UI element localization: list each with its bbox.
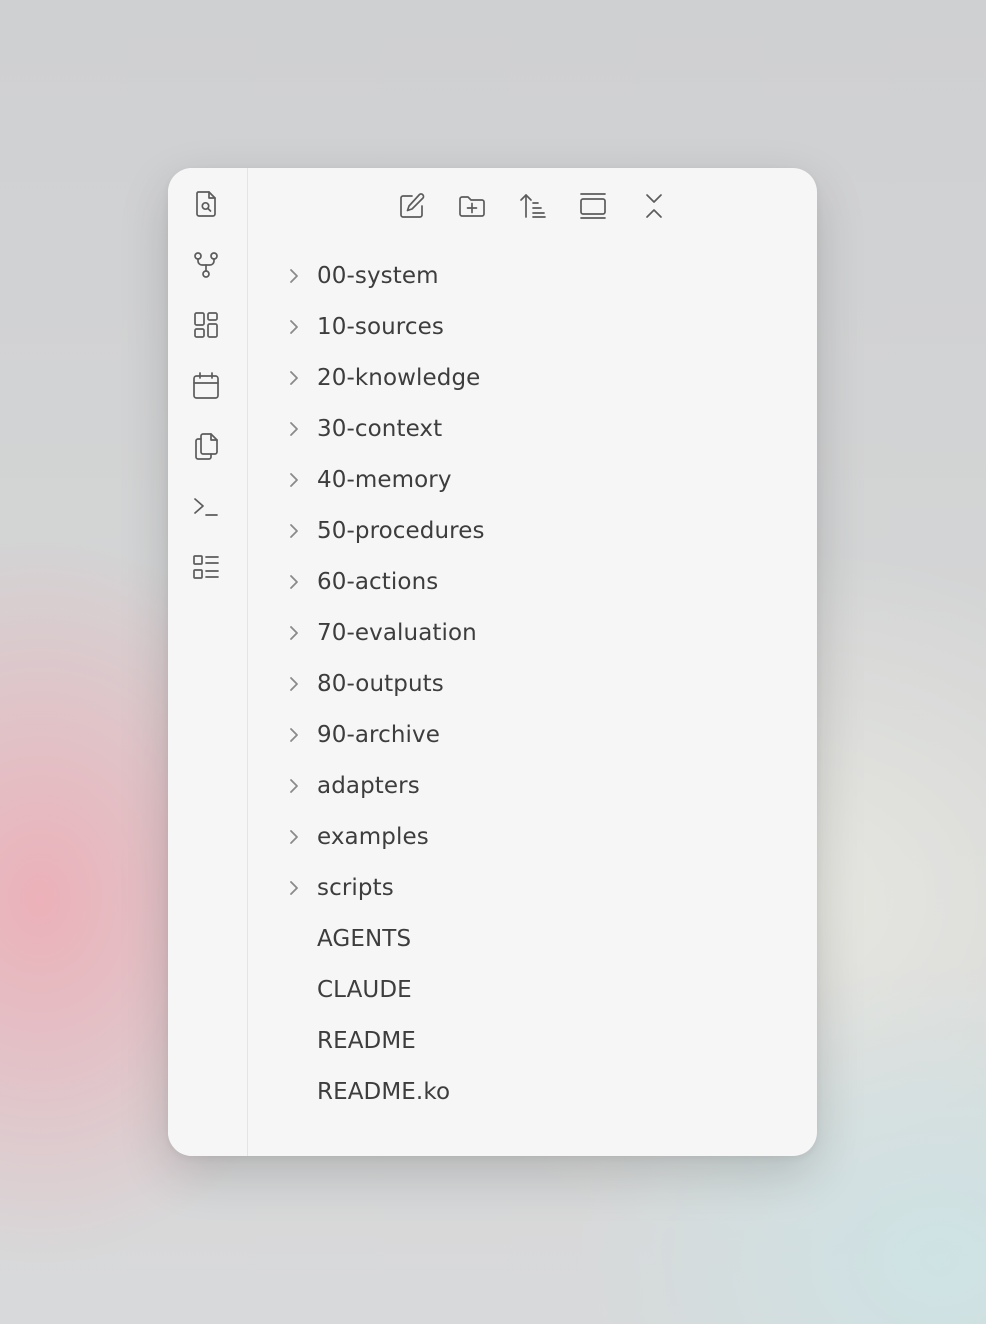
new-note-button[interactable] bbox=[392, 186, 432, 226]
file-explorer-window: 00-system 10-sources 20-knowledge 30-con… bbox=[168, 168, 817, 1156]
chevron-right-icon bbox=[284, 572, 304, 592]
folder-item[interactable]: 40-memory bbox=[248, 454, 817, 505]
folder-item[interactable]: examples bbox=[248, 811, 817, 862]
canvas-icon bbox=[194, 312, 218, 338]
chevron-right-icon bbox=[284, 674, 304, 694]
folder-item[interactable]: 00-system bbox=[248, 250, 817, 301]
new-note-icon bbox=[400, 193, 425, 218]
copy-files-icon bbox=[195, 433, 218, 460]
chevron-right-icon bbox=[284, 521, 304, 541]
file-label: AGENTS bbox=[317, 925, 412, 952]
left-ribbon bbox=[168, 168, 248, 1156]
folder-label: 20-knowledge bbox=[317, 364, 481, 391]
auto-reveal-button[interactable] bbox=[573, 186, 613, 226]
folder-item[interactable]: adapters bbox=[248, 760, 817, 811]
folder-item[interactable]: 10-sources bbox=[248, 301, 817, 352]
checklist-button[interactable] bbox=[188, 549, 224, 585]
folder-item[interactable]: 20-knowledge bbox=[248, 352, 817, 403]
chevron-right-icon bbox=[284, 827, 304, 847]
folder-item[interactable]: 60-actions bbox=[248, 556, 817, 607]
folder-label: examples bbox=[317, 823, 429, 850]
folder-label: 70-evaluation bbox=[317, 619, 477, 646]
folder-label: scripts bbox=[317, 874, 394, 901]
folder-label: 10-sources bbox=[317, 313, 444, 340]
chevron-right-icon bbox=[284, 470, 304, 490]
graph-view-button[interactable] bbox=[188, 247, 224, 283]
folder-item[interactable]: 90-archive bbox=[248, 709, 817, 760]
new-folder-icon bbox=[459, 196, 485, 217]
file-label: CLAUDE bbox=[317, 976, 412, 1003]
terminal-icon bbox=[194, 498, 218, 516]
checklist-icon bbox=[193, 555, 219, 579]
folder-label: 40-memory bbox=[317, 466, 452, 493]
chevron-right-icon bbox=[284, 368, 304, 388]
graph-view-icon bbox=[194, 252, 218, 278]
chevron-right-icon bbox=[284, 266, 304, 286]
folder-item[interactable]: scripts bbox=[248, 862, 817, 913]
chevron-right-icon bbox=[284, 317, 304, 337]
file-item[interactable]: CLAUDE bbox=[248, 964, 817, 1015]
folder-label: 50-procedures bbox=[317, 517, 485, 544]
folder-item[interactable]: 80-outputs bbox=[248, 658, 817, 709]
folder-label: 60-actions bbox=[317, 568, 439, 595]
collapse-all-icon bbox=[646, 194, 662, 218]
folder-item[interactable]: 50-procedures bbox=[248, 505, 817, 556]
folder-label: 00-system bbox=[317, 262, 439, 289]
auto-reveal-icon bbox=[580, 193, 606, 219]
search-file-icon bbox=[196, 191, 216, 217]
canvas-button[interactable] bbox=[188, 307, 224, 343]
sort-icon bbox=[520, 194, 546, 218]
search-file-button[interactable] bbox=[188, 186, 224, 222]
folder-item[interactable]: 30-context bbox=[248, 403, 817, 454]
chevron-right-icon bbox=[284, 623, 304, 643]
calendar-button[interactable] bbox=[188, 368, 224, 404]
file-label: README.ko bbox=[317, 1078, 451, 1105]
sort-button[interactable] bbox=[513, 186, 553, 226]
file-label: README bbox=[317, 1027, 416, 1054]
folder-label: 90-archive bbox=[317, 721, 440, 748]
new-folder-button[interactable] bbox=[452, 186, 492, 226]
file-item[interactable]: README bbox=[248, 1015, 817, 1066]
chevron-right-icon bbox=[284, 419, 304, 439]
collapse-all-button[interactable] bbox=[634, 186, 674, 226]
calendar-icon bbox=[193, 372, 219, 399]
folder-item[interactable]: 70-evaluation bbox=[248, 607, 817, 658]
folder-label: 30-context bbox=[317, 415, 443, 442]
file-item[interactable]: README.ko bbox=[248, 1066, 817, 1117]
chevron-right-icon bbox=[284, 725, 304, 745]
file-tree: 00-system 10-sources 20-knowledge 30-con… bbox=[248, 250, 817, 1117]
copy-files-button[interactable] bbox=[188, 428, 224, 464]
folder-label: 80-outputs bbox=[317, 670, 444, 697]
chevron-right-icon bbox=[284, 776, 304, 796]
folder-label: adapters bbox=[317, 772, 420, 799]
terminal-button[interactable] bbox=[188, 489, 224, 525]
chevron-right-icon bbox=[284, 878, 304, 898]
file-item[interactable]: AGENTS bbox=[248, 913, 817, 964]
